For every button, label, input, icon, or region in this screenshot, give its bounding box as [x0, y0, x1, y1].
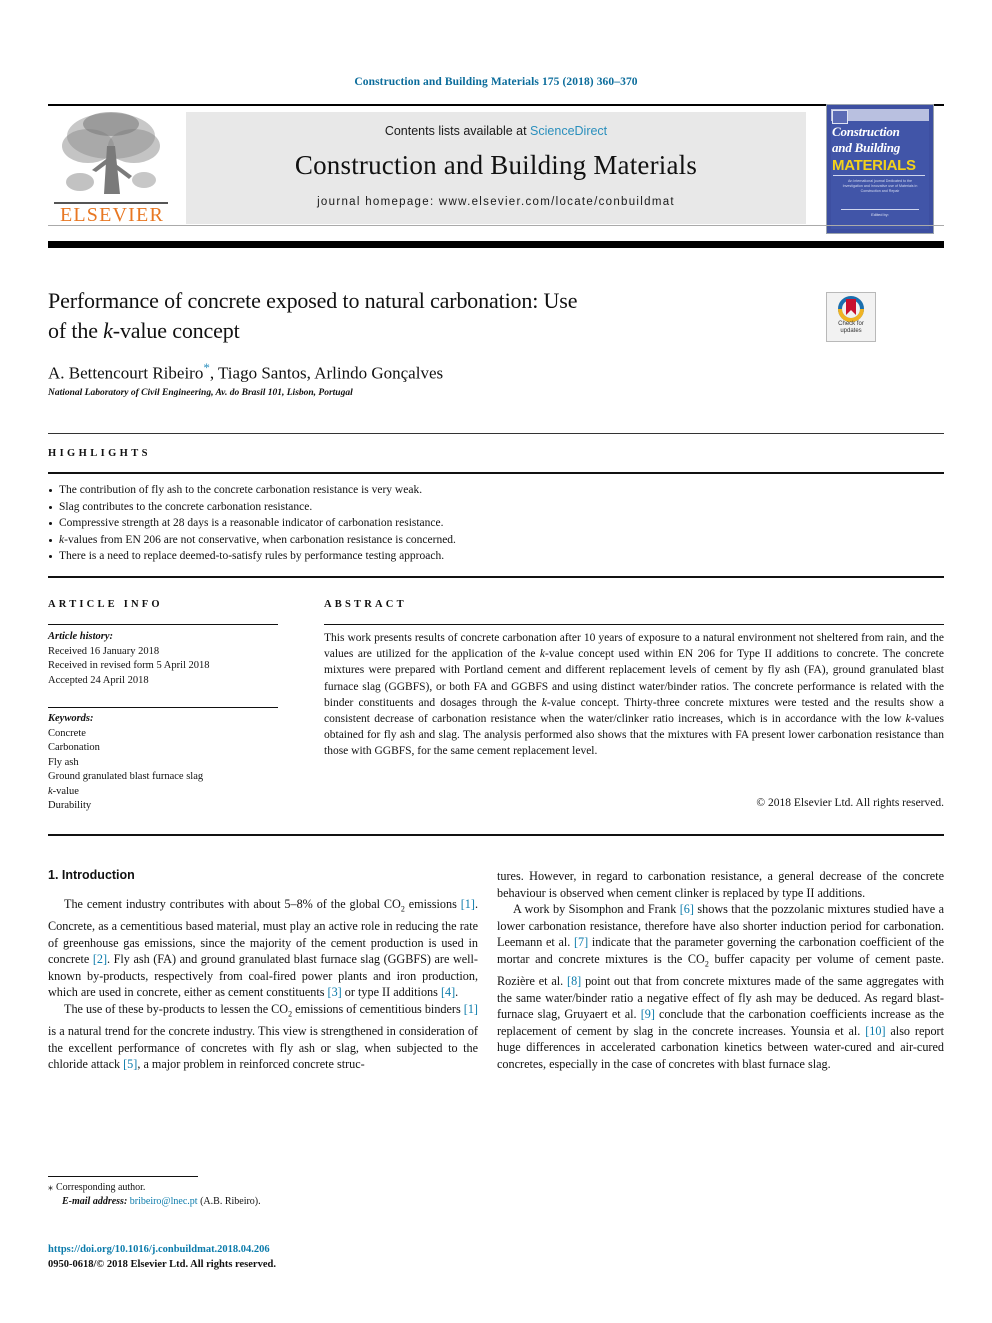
- crossmark-label-line1: Check for: [838, 321, 864, 327]
- keywords-rule: [48, 707, 278, 709]
- crossmark-icon: [838, 296, 864, 322]
- elsevier-wordmark: ELSEVIER: [59, 204, 165, 226]
- keywords-label: Keywords:: [48, 713, 94, 724]
- footnote-rule: [48, 1176, 198, 1177]
- journal-homepage[interactable]: journal homepage: www.elsevier.com/locat…: [186, 196, 806, 208]
- title-line-1: Performance of concrete exposed to natur…: [48, 288, 578, 313]
- cover-title-line2: and Building: [832, 140, 901, 155]
- author-list: A. Bettencourt Ribeiro*, Tiago Santos, A…: [48, 360, 848, 384]
- keyword: Durability: [48, 800, 92, 811]
- keywords-block: Keywords: Concrete Carbonation Fly ash G…: [48, 712, 288, 814]
- keyword: Ground granulated blast furnace slag: [48, 771, 204, 782]
- highlights-list: The contribution of fly ash to the concr…: [48, 482, 944, 565]
- page-title: Performance of concrete exposed to natur…: [48, 286, 808, 346]
- list-item: k-values from EN 206 are not conservativ…: [48, 532, 944, 549]
- section-divider-rule: [48, 834, 944, 836]
- cover-divider: [833, 175, 925, 176]
- paragraph: The use of these by-products to lessen t…: [48, 1002, 478, 1072]
- keyword: Carbonation: [48, 742, 100, 753]
- email-label: E-mail address:: [62, 1196, 128, 1207]
- title-k-symbol: k: [103, 318, 113, 343]
- highlights-mid-rule: [48, 472, 944, 474]
- list-item: There is a need to replace deemed-to-sat…: [48, 548, 944, 565]
- cover-title-line1: Construction: [832, 124, 900, 139]
- cover-footer-divider: [841, 209, 919, 210]
- title-line-2-pre: of the: [48, 318, 104, 343]
- email-suffix: (A.B. Ribeiro).: [200, 1196, 261, 1207]
- title-block: Performance of concrete exposed to natur…: [48, 286, 808, 346]
- journal-banner: Contents lists available at ScienceDirec…: [186, 112, 806, 224]
- masthead-bottom-rule: [48, 225, 944, 226]
- keyword: k-value: [48, 785, 79, 797]
- crossmark-label-line2: updates: [840, 328, 862, 334]
- contents-available-line: Contents lists available at ScienceDirec…: [186, 124, 806, 138]
- journal-title: Construction and Building Materials: [294, 150, 698, 180]
- author-primary[interactable]: A. Bettencourt Ribeiro: [48, 364, 203, 383]
- keyword: Concrete: [48, 727, 86, 739]
- article-history: Article history: Received 16 January 201…: [48, 630, 288, 688]
- affiliation: National Laboratory of Civil Engineering…: [48, 388, 353, 398]
- highlights-bottom-rule: [48, 576, 944, 578]
- header-black-bar: [48, 241, 944, 248]
- paper-page: Construction and Building Materials 175 …: [0, 0, 992, 1323]
- author-rest[interactable]: , Tiago Santos, Arlindo Gonçalves: [210, 364, 443, 383]
- crossmark-badge[interactable]: Check for updates: [826, 292, 876, 342]
- article-history-received: Received 16 January 2018: [48, 645, 160, 657]
- copyright-notice: © 2018 Elsevier Ltd. All rights reserved…: [756, 797, 944, 809]
- corresponding-author-star: ⁎: [48, 1182, 53, 1193]
- crossmark-label: Check for updates: [827, 321, 875, 335]
- corresponding-author-label: Corresponding author.: [56, 1182, 146, 1193]
- email-link[interactable]: bribeiro@lnec.pt: [130, 1196, 198, 1207]
- article-info-rule: [48, 624, 278, 626]
- section-title-introduction: 1. Introduction: [48, 868, 135, 882]
- elsevier-logo: ELSEVIER: [48, 108, 176, 230]
- footnote-block: ⁎ Corresponding author. E-mail address: b…: [48, 1181, 478, 1209]
- title-line-2-post: -value concept: [112, 318, 240, 343]
- sciencedirect-link[interactable]: ScienceDirect: [530, 124, 607, 138]
- email-line: E-mail address: bribeiro@lnec.pt (A.B. R…: [48, 1195, 478, 1209]
- elsevier-tree-icon: [62, 112, 160, 194]
- list-item: Slag contributes to the concrete carbona…: [48, 499, 944, 516]
- paragraph: The cement industry contributes with abo…: [48, 897, 479, 1000]
- cover-publisher-icon: [832, 110, 848, 124]
- article-history-label: Article history:: [48, 631, 114, 642]
- list-item: The contribution of fly ash to the concr…: [48, 482, 944, 499]
- body-column-left: 1. Introduction The cement industry cont…: [48, 868, 478, 1073]
- masthead-top-rule: [48, 104, 944, 106]
- abstract-heading: ABSTRACT: [324, 599, 407, 610]
- paragraph: A work by Sisomphon and Frank [6] shows …: [497, 902, 945, 1071]
- cover-footer-text: Edited by:: [871, 212, 889, 217]
- highlights-heading: HIGHLIGHTS: [48, 448, 151, 459]
- article-history-revised: Received in revised form 5 April 2018: [48, 660, 210, 671]
- journal-cover-thumbnail[interactable]: Construction and Building MATERIALS An i…: [826, 104, 934, 234]
- body-column-right: tures. However, in regard to carbonation…: [497, 868, 944, 1073]
- cover-blurb: An international journal Dedicated to th…: [842, 179, 918, 193]
- cover-title-line3: MATERIALS: [832, 157, 916, 174]
- doi-link[interactable]: https://doi.org/10.1016/j.conbuildmat.20…: [48, 1244, 478, 1255]
- list-item: Compressive strength at 28 days is a rea…: [48, 515, 944, 532]
- keyword: Fly ash: [48, 756, 79, 768]
- highlights-top-rule: [48, 433, 944, 434]
- running-head: Construction and Building Materials 175 …: [354, 76, 638, 88]
- contents-prefix: Contents lists available at: [384, 124, 531, 138]
- issn-copyright-line: 0950-0618/© 2018 Elsevier Ltd. All right…: [48, 1259, 276, 1270]
- paragraph: tures. However, in regard to carbonation…: [497, 869, 944, 900]
- abstract-rule: [324, 624, 944, 626]
- abstract-text: This work presents results of concrete c…: [324, 632, 944, 758]
- article-info-heading: ARTICLE INFO: [48, 599, 163, 610]
- journal-masthead: ELSEVIER Contents lists available at Sci…: [48, 104, 944, 234]
- article-history-accepted: Accepted 24 April 2018: [48, 674, 149, 686]
